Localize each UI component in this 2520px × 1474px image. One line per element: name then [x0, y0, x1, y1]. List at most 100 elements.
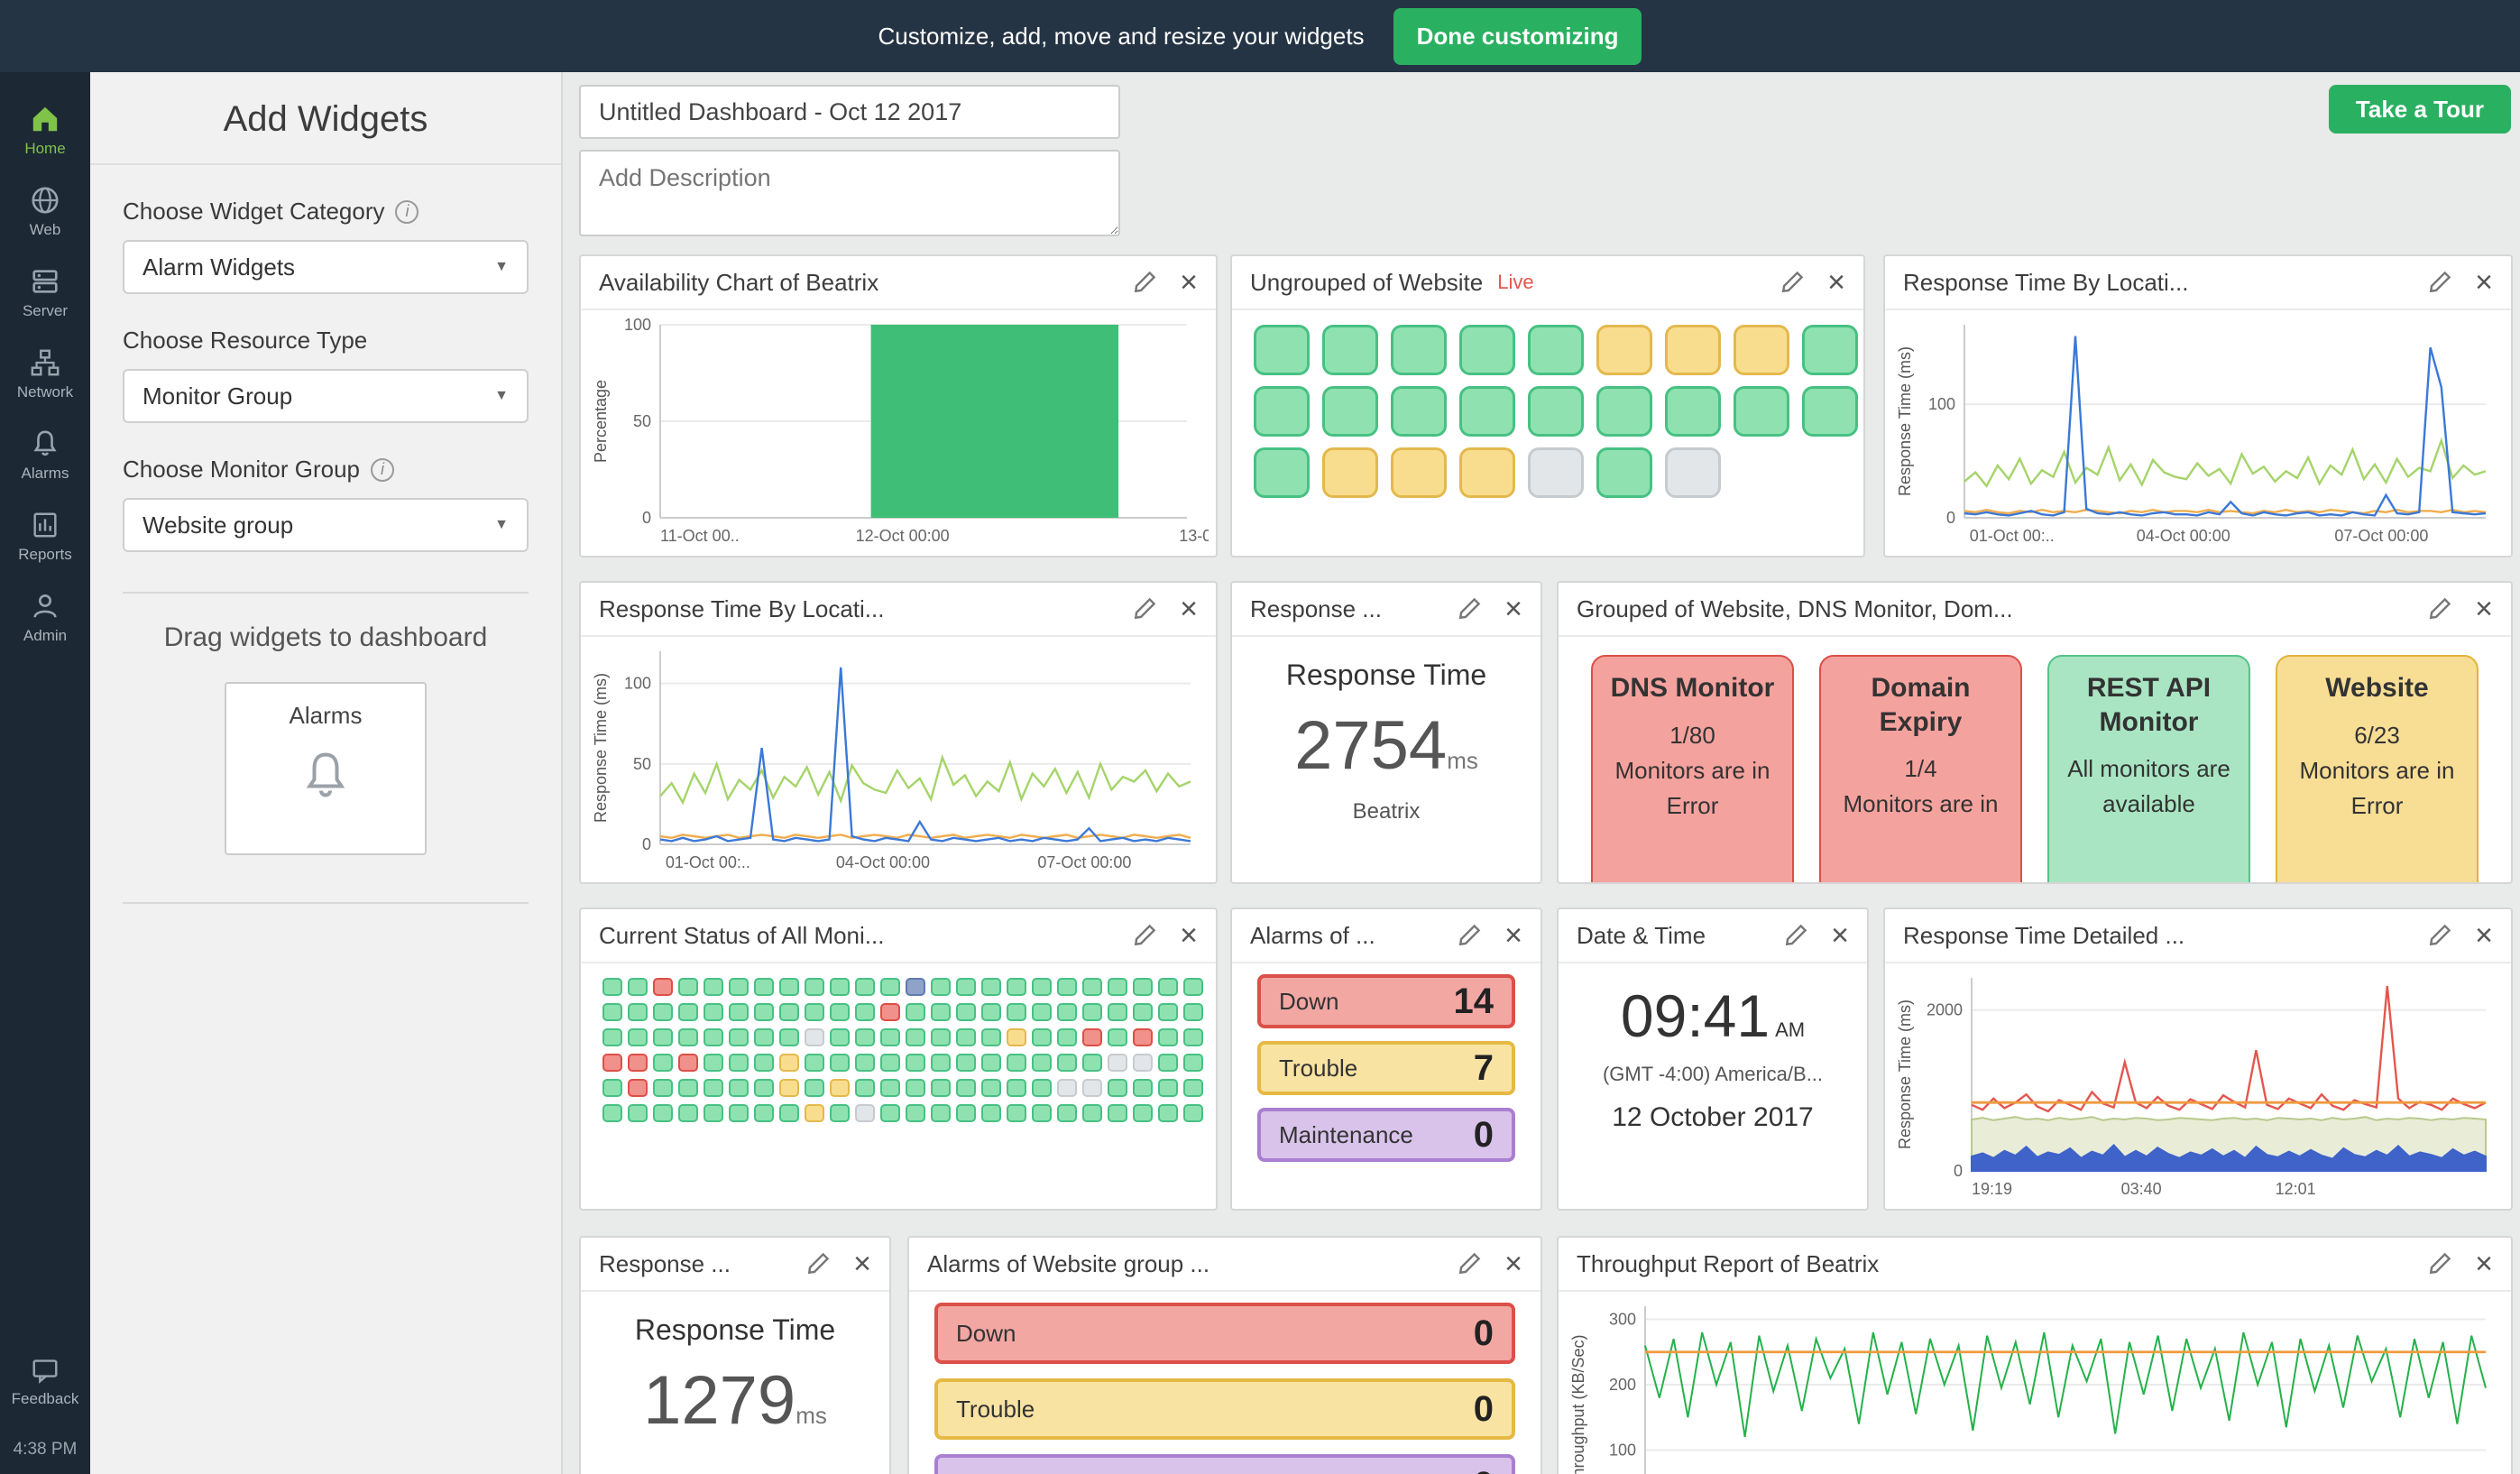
- edit-icon[interactable]: [1133, 924, 1156, 947]
- edit-icon[interactable]: [806, 1252, 830, 1276]
- status-square: [704, 1079, 723, 1097]
- alarm-row-down[interactable]: Down 0: [934, 1303, 1515, 1364]
- close-icon[interactable]: ×: [2475, 920, 2493, 951]
- status-square: [1032, 1028, 1052, 1046]
- close-icon[interactable]: ×: [1831, 920, 1849, 951]
- close-icon[interactable]: ×: [1180, 267, 1198, 298]
- alarm-row-down[interactable]: Down 14: [1257, 974, 1515, 1028]
- status-square: [1032, 1054, 1052, 1072]
- status-square: [1057, 1003, 1077, 1021]
- svg-text:12-Oct 00:00: 12-Oct 00:00: [856, 527, 950, 545]
- reports-icon: [33, 512, 57, 538]
- edit-icon[interactable]: [1133, 271, 1156, 294]
- widget-throughput-report[interactable]: Throughput Report of Beatrix × 100 200 300…: [1557, 1236, 2513, 1474]
- widget-date-time[interactable]: Date & Time × 09:41 AM (GMT -4:00) Americ…: [1557, 907, 1869, 1211]
- edit-icon[interactable]: [2428, 924, 2451, 947]
- close-icon[interactable]: ×: [1180, 920, 1198, 951]
- alarm-row-trouble[interactable]: Trouble 0: [934, 1378, 1515, 1440]
- edit-icon[interactable]: [2428, 597, 2451, 621]
- svg-text:07-Oct 00:00: 07-Oct 00:00: [1037, 853, 1131, 871]
- card-caption: All monitors are available: [2067, 755, 2230, 817]
- chevron-down-icon: ▼: [494, 259, 509, 274]
- alarms-widget-drag-card[interactable]: Alarms: [225, 682, 427, 855]
- feedback-icon: [32, 1359, 58, 1384]
- edit-icon[interactable]: [2428, 271, 2451, 294]
- sidebar-item-reports[interactable]: Reports: [0, 496, 90, 577]
- close-icon[interactable]: ×: [1180, 594, 1198, 624]
- alarm-row-maintenance[interactable]: Maintenance 0: [1257, 1108, 1515, 1162]
- monitor-group-label: Choose Monitor Group: [123, 456, 361, 483]
- close-icon[interactable]: ×: [1504, 594, 1522, 624]
- status-square: [1032, 978, 1052, 996]
- svg-text:100: 100: [1928, 395, 1955, 413]
- dashboard-title-input[interactable]: [579, 85, 1120, 139]
- sidebar-item-network[interactable]: Network: [0, 334, 90, 415]
- sidebar-item-alarms[interactable]: Alarms: [0, 415, 90, 496]
- widget-response-time-number-1[interactable]: Response ... × Response Time 2754ms Beat…: [1230, 581, 1542, 884]
- alarm-row-maintenance[interactable]: Maintenance 0: [934, 1454, 1515, 1474]
- status-square: [1007, 1104, 1026, 1122]
- status-square: [779, 978, 799, 996]
- edit-icon[interactable]: [1458, 1252, 1481, 1276]
- widget-alarms-summary[interactable]: Alarms of ... × Down 14 Trouble 7 Mainte…: [1230, 907, 1542, 1211]
- widget-response-time-by-location-2[interactable]: Response Time By Locati... × 0 50 100 Respo…: [579, 581, 1218, 884]
- close-icon[interactable]: ×: [1827, 267, 1845, 298]
- resource-type-select[interactable]: Monitor Group ▼: [123, 369, 529, 423]
- widget-response-time-detailed[interactable]: Response Time Detailed ... × 0 2000 Respon…: [1883, 907, 2513, 1211]
- status-square: [653, 1054, 673, 1072]
- widget-title: Response Time By Locati...: [1903, 268, 2189, 296]
- close-icon[interactable]: ×: [2475, 1248, 2493, 1279]
- close-icon[interactable]: ×: [1504, 1248, 1522, 1279]
- edit-icon[interactable]: [1458, 597, 1481, 621]
- status-square: [855, 1054, 875, 1072]
- widget-ungrouped-status[interactable]: Ungrouped of Website Live ×: [1230, 254, 1865, 557]
- widget-response-time-number-2[interactable]: Response ... × Response Time 1279ms: [579, 1236, 891, 1474]
- sidebar-item-feedback[interactable]: Feedback: [0, 1340, 90, 1422]
- svg-text:07-Oct 00:00: 07-Oct 00:00: [2334, 527, 2428, 545]
- bell-icon: [306, 752, 345, 797]
- sidebar-item-admin[interactable]: Admin: [0, 577, 90, 659]
- close-icon[interactable]: ×: [853, 1248, 871, 1279]
- widget-grouped-monitors[interactable]: Grouped of Website, DNS Monitor, Dom... …: [1557, 581, 2513, 884]
- monitor-group-card-dns[interactable]: DNS Monitor 1/80 Monitors are in Error: [1591, 655, 1794, 882]
- status-square: [1082, 1003, 1102, 1021]
- edit-icon[interactable]: [2428, 1252, 2451, 1276]
- status-square: [1596, 325, 1652, 375]
- monitor-group-card-rest-api[interactable]: REST API Monitor All monitors are availa…: [2047, 655, 2250, 882]
- edit-icon[interactable]: [1780, 271, 1804, 294]
- alarm-row-trouble[interactable]: Trouble 7: [1257, 1041, 1515, 1095]
- status-square: [1108, 1054, 1127, 1072]
- sidebar-item-web[interactable]: Web: [0, 171, 90, 253]
- status-square: [1665, 325, 1721, 375]
- status-square: [956, 1054, 976, 1072]
- close-icon[interactable]: ×: [1504, 920, 1522, 951]
- status-square: [1082, 1054, 1102, 1072]
- status-square: [805, 978, 824, 996]
- widget-response-time-by-location-1[interactable]: Response Time By Locati... × 0 100 Respons…: [1883, 254, 2513, 557]
- widget-current-status-all-monitors[interactable]: Current Status of All Moni... ×: [579, 907, 1218, 1211]
- status-square: [628, 1079, 648, 1097]
- done-customizing-button[interactable]: Done customizing: [1393, 7, 1642, 65]
- close-icon[interactable]: ×: [2475, 594, 2493, 624]
- monitor-group-card-website[interactable]: Website 6/23 Monitors are in Error: [2276, 655, 2479, 882]
- widget-category-select[interactable]: Alarm Widgets ▼: [123, 240, 529, 294]
- edit-icon[interactable]: [1133, 597, 1156, 621]
- status-square: [628, 1054, 648, 1072]
- svg-text:11-Oct 00..: 11-Oct 00..: [660, 527, 740, 545]
- take-a-tour-button[interactable]: Take a Tour: [2328, 85, 2511, 134]
- status-square: [981, 1104, 1001, 1122]
- alarm-count: 0: [1474, 1465, 1494, 1474]
- sidebar-item-home[interactable]: Home: [0, 90, 90, 171]
- widget-availability-chart[interactable]: Availability Chart of Beatrix × 0 50 100 Pe…: [579, 254, 1218, 557]
- edit-icon[interactable]: [1458, 924, 1481, 947]
- sidebar-item-server[interactable]: Server: [0, 253, 90, 334]
- edit-icon[interactable]: [1784, 924, 1807, 947]
- admin-icon: [33, 594, 57, 618]
- dashboard-description-input[interactable]: [579, 150, 1120, 236]
- monitor-group-select[interactable]: Website group ▼: [123, 498, 529, 552]
- monitor-group-card-domain-expiry[interactable]: Domain Expiry 1/4 Monitors are in: [1819, 655, 2022, 882]
- widget-alarms-website-group[interactable]: Alarms of Website group ... × Down 0 Tro…: [907, 1236, 1542, 1474]
- close-icon[interactable]: ×: [2475, 267, 2493, 298]
- status-square: [1158, 1003, 1178, 1021]
- alarm-label: Down: [1279, 987, 1339, 1015]
